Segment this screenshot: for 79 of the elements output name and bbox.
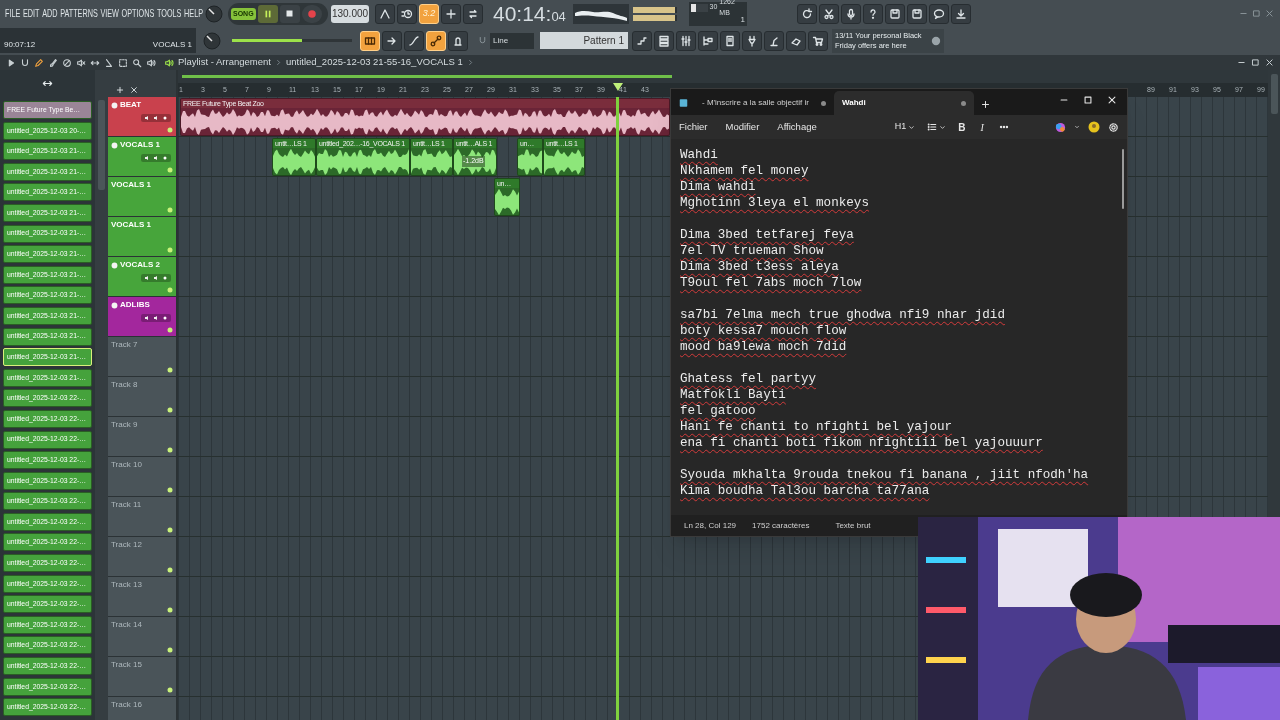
- track-header[interactable]: VOCALS 1: [108, 137, 176, 177]
- hint-target: VOCALS 1: [152, 39, 192, 51]
- track-header[interactable]: Track 15: [108, 657, 176, 697]
- track-name: VOCALS 1: [120, 139, 160, 151]
- track-name: VOCALS 1: [111, 219, 151, 231]
- track-name: ADLIBS: [120, 299, 150, 311]
- track-header[interactable]: VOCALS 1: [108, 177, 176, 217]
- track-header[interactable]: BEAT: [108, 97, 176, 137]
- menu-item[interactable]: Affichage: [777, 119, 817, 135]
- lyric-line: Wahdi: [680, 147, 718, 163]
- track-name: BEAT: [120, 99, 142, 111]
- track-name: Track 10: [111, 459, 142, 471]
- format-label: Texte brut: [835, 519, 871, 532]
- track-name: Track 9: [111, 419, 138, 431]
- time-ticks: 04: [551, 10, 566, 23]
- italic-button[interactable]: I: [977, 119, 987, 135]
- lyric-line: Hani fe chanti to nfighti bel yajour: [680, 419, 953, 435]
- track-header[interactable]: Track 8: [108, 377, 176, 417]
- track-header[interactable]: Track 9: [108, 417, 176, 457]
- menu-item[interactable]: EDIT: [22, 5, 40, 22]
- time-display: 40:14:: [493, 3, 552, 24]
- lyric-line: sa7bi 7elma mech true ghodwa nfi9 nhar jdid: [680, 307, 1005, 323]
- lyric-line: Ghatess fel partyy: [680, 371, 817, 387]
- lyric-line: fel gatooo: [680, 403, 756, 419]
- lyric-line: boty kessa7 mouch flow: [680, 323, 847, 339]
- heading-dropdown[interactable]: H1: [894, 120, 916, 134]
- menu-item[interactable]: FILE: [5, 5, 21, 22]
- track-name: Track 7: [111, 339, 138, 351]
- menu-item[interactable]: OPTIONS: [121, 5, 155, 22]
- track-header[interactable]: VOCALS 2: [108, 257, 176, 297]
- lyric-line: T9oul fel 7abs moch 7low: [680, 275, 862, 291]
- lyric-line: Dima 3bed t3ess aleya: [680, 259, 839, 275]
- lyric-line: Mghotinn 3leya el monkeys: [680, 195, 869, 211]
- character-count: 1752 caractères: [752, 519, 810, 532]
- tempo-field[interactable]: 130.000: [331, 4, 369, 23]
- menu-item[interactable]: Fichier: [679, 119, 708, 135]
- hint-time: 90:07:12: [4, 39, 36, 51]
- editor-tab[interactable]: Wahdi: [834, 91, 974, 115]
- menu-item[interactable]: HELP: [184, 5, 204, 22]
- track-header[interactable]: Track 11: [108, 497, 176, 537]
- playlist-title: Playlist - Arrangement: [178, 55, 271, 70]
- polyphony-reading: 1: [740, 13, 745, 26]
- lyric-line: Dima wahdi: [680, 179, 756, 195]
- track-header[interactable]: Track 12: [108, 537, 176, 577]
- snap-dropdown[interactable]: Line: [490, 32, 534, 49]
- lyric-line: mood ba9lewa moch 7did: [680, 339, 847, 355]
- lyric-line: Matfokli Bayti: [680, 387, 786, 403]
- editor-tab[interactable]: - M'inscrire a la salle objectif ir: [694, 91, 834, 115]
- lyric-line: ena fi chanti boti fikom nfightiii bel yajouuurr: [680, 435, 1043, 451]
- track-header[interactable]: Track 14: [108, 617, 176, 657]
- track-name: Track 8: [111, 379, 138, 391]
- track-name: Track 13: [111, 579, 142, 591]
- track-name: VOCALS 2: [120, 259, 160, 271]
- menu-item[interactable]: PATTERNS: [60, 5, 98, 22]
- playlist-path: untitled_2025-12-03 21-55-16_VOCALS 1: [285, 55, 463, 70]
- track-name: Track 15: [111, 659, 142, 671]
- menu-item[interactable]: TOOLS: [156, 5, 182, 22]
- track-header[interactable]: ADLIBS: [108, 297, 176, 337]
- lyric-line: Kima boudha Tal3ou barcha ta77ana: [680, 483, 930, 499]
- bold-button[interactable]: B: [958, 119, 966, 135]
- menu-item[interactable]: ADD: [42, 5, 58, 22]
- track-name: Track 11: [111, 499, 142, 511]
- lyric-line: Nkhamem fel money: [680, 163, 809, 179]
- lyric-line: Syouda mkhalta 9rouda tnekou fi banana , jiit nfodh'ha: [680, 467, 1089, 483]
- lyric-line: Dima 3bed tetfarej feya: [680, 227, 854, 243]
- track-name: Track 14: [111, 619, 142, 631]
- track-header[interactable]: Track 7: [108, 337, 176, 377]
- track-header[interactable]: Track 13: [108, 577, 176, 617]
- track-header[interactable]: Track 10: [108, 457, 176, 497]
- track-name: VOCALS 1: [111, 179, 151, 191]
- track-header[interactable]: Track 16: [108, 697, 176, 720]
- menu-item[interactable]: VIEW: [100, 5, 119, 22]
- track-header[interactable]: VOCALS 1: [108, 217, 176, 257]
- menu-item[interactable]: Modifier: [725, 119, 760, 135]
- track-name: Track 16: [111, 699, 142, 711]
- cursor-position: Ln 28, Col 129: [684, 519, 737, 532]
- track-name: Track 12: [111, 539, 142, 551]
- lyric-line: 7el TV trueman Show: [680, 243, 824, 259]
- pattern-selector[interactable]: Pattern 1: [540, 32, 628, 49]
